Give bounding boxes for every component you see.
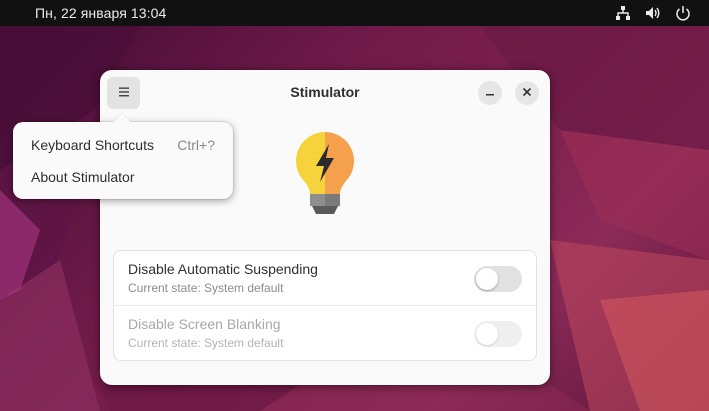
power-icon[interactable]	[673, 3, 693, 23]
row-subtitle: Current state: System default	[128, 336, 284, 350]
network-icon[interactable]	[613, 3, 633, 23]
system-tray[interactable]	[613, 3, 693, 23]
minimize-icon	[485, 84, 495, 102]
menu-item-accelerator: Ctrl+?	[177, 137, 215, 153]
main-menu-popover: Keyboard Shortcuts Ctrl+? About Stimulat…	[13, 113, 233, 199]
lightbulb-bolt-icon	[296, 132, 354, 214]
menu-item-keyboard-shortcuts[interactable]: Keyboard Shortcuts Ctrl+?	[19, 129, 227, 159]
toggle-knob	[476, 268, 498, 290]
stimulator-window: Stimulator Disable Automatic Suspending …	[100, 70, 550, 385]
volume-icon[interactable]	[643, 3, 663, 23]
suspend-toggle[interactable]	[474, 266, 522, 292]
minimize-button[interactable]	[478, 81, 502, 105]
row-disable-suspending[interactable]: Disable Automatic Suspending Current sta…	[114, 251, 536, 306]
row-label: Disable Automatic Suspending	[128, 261, 318, 277]
row-subtitle: Current state: System default	[128, 281, 284, 295]
row-disable-blanking: Disable Screen Blanking Current state: S…	[114, 306, 536, 361]
blanking-toggle	[474, 321, 522, 347]
settings-list: Disable Automatic Suspending Current sta…	[113, 250, 537, 361]
clock-date[interactable]: Пн, 22 января 13:04	[35, 5, 166, 21]
menu-item-label: Keyboard Shortcuts	[31, 137, 154, 153]
top-bar: Пн, 22 января 13:04	[0, 0, 709, 26]
toggle-knob	[476, 323, 498, 345]
row-label: Disable Screen Blanking	[128, 316, 281, 332]
menu-item-about[interactable]: About Stimulator	[19, 161, 227, 191]
menu-item-label: About Stimulator	[31, 169, 135, 185]
close-icon	[522, 84, 532, 102]
close-button[interactable]	[515, 81, 539, 105]
